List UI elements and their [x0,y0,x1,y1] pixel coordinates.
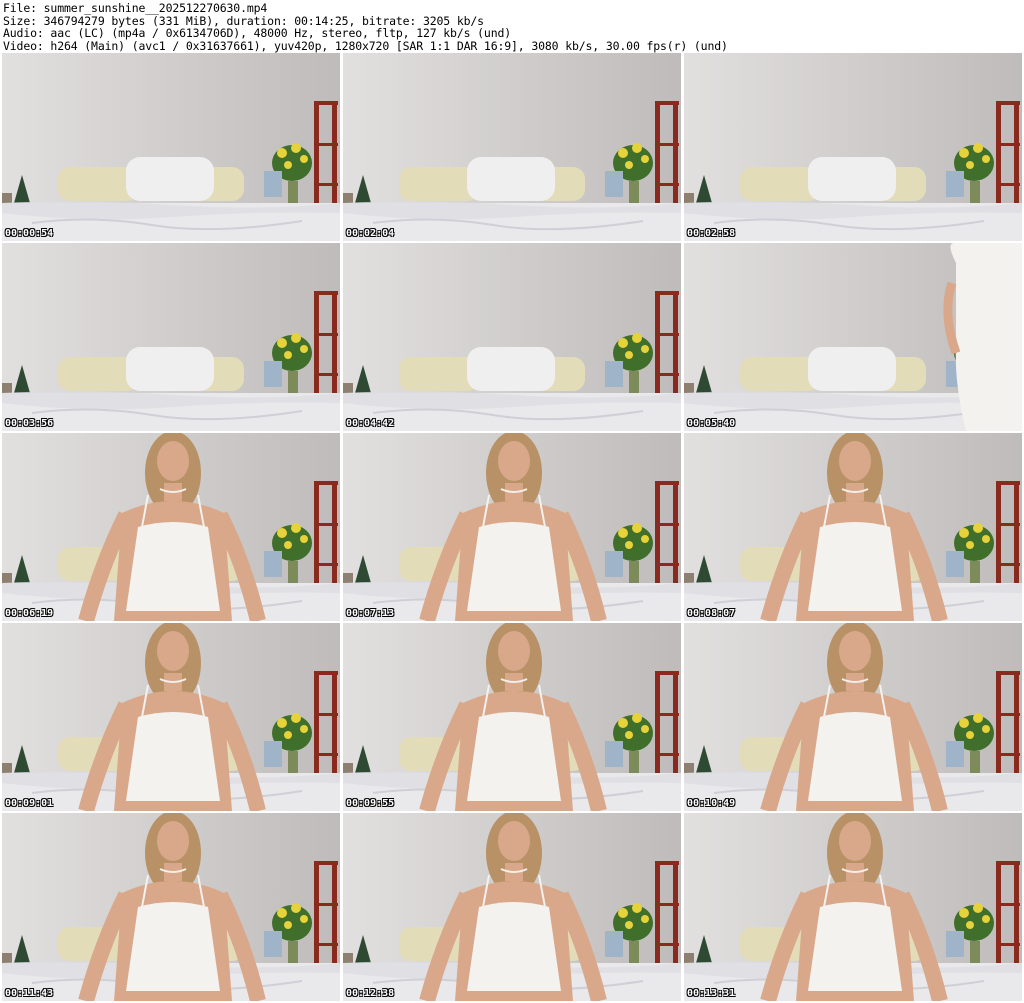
thumbnail-timestamp: 00:03:56 [5,418,54,429]
thumbnail-timestamp: 00:04:42 [346,418,395,429]
thumbnail-timestamp: 00:00:54 [5,228,54,239]
thumbnail-timestamp: 00:08:07 [687,608,736,619]
file-name-line: File: summer_sunshine__202512270630.mp4 [3,1,268,15]
thumbnail-timestamp: 00:09:55 [346,798,395,809]
video-thumbnail[interactable]: 00:07:13 [343,433,681,621]
file-info-header: File: summer_sunshine__202512270630.mp4 … [0,0,1024,52]
thumbnail-timestamp: 00:06:19 [5,608,54,619]
thumbnail-timestamp: 00:13:31 [687,988,736,999]
video-thumbnail[interactable]: 00:09:55 [343,623,681,811]
thumbnail-timestamp: 00:02:58 [687,228,736,239]
video-thumbnail[interactable]: 00:10:49 [684,623,1022,811]
thumbnail-timestamp: 00:12:38 [346,988,395,999]
video-thumbnail[interactable]: 00:06:19 [2,433,340,621]
video-thumbnail[interactable]: 00:12:38 [343,813,681,1001]
video-thumbnail[interactable]: 00:02:58 [684,53,1022,241]
thumbnail-timestamp: 00:02:04 [346,228,395,239]
video-thumbnail[interactable]: 00:11:43 [2,813,340,1001]
thumbnail-timestamp: 00:11:43 [5,988,54,999]
thumbnail-timestamp: 00:07:13 [346,608,395,619]
video-info-line: Video: h264 (Main) (avc1 / 0x31637661), … [3,38,728,53]
thumbnail-timestamp: 00:10:49 [687,798,736,809]
thumbnail-timestamp: 00:05:40 [687,418,736,429]
thumbnail-timestamp: 00:09:01 [5,798,54,809]
video-thumbnail[interactable]: 00:13:31 [684,813,1022,1001]
video-thumbnail[interactable]: 00:03:56 [2,243,340,431]
video-thumbnail[interactable]: 00:00:54 [2,53,340,241]
video-thumbnail[interactable]: 00:08:07 [684,433,1022,621]
video-thumbnail[interactable]: 00:05:40 [684,243,1022,431]
thumbnail-grid: 00:00:54 00:02:04 00:02:58 00:03:56 00:04:42… [2,53,1022,1003]
video-thumbnail[interactable]: 00:04:42 [343,243,681,431]
video-thumbnail[interactable]: 00:02:04 [343,53,681,241]
audio-info-line: Audio: aac (LC) (mp4a / 0x6134706D), 480… [3,26,512,40]
video-thumbnail[interactable]: 00:09:01 [2,623,340,811]
